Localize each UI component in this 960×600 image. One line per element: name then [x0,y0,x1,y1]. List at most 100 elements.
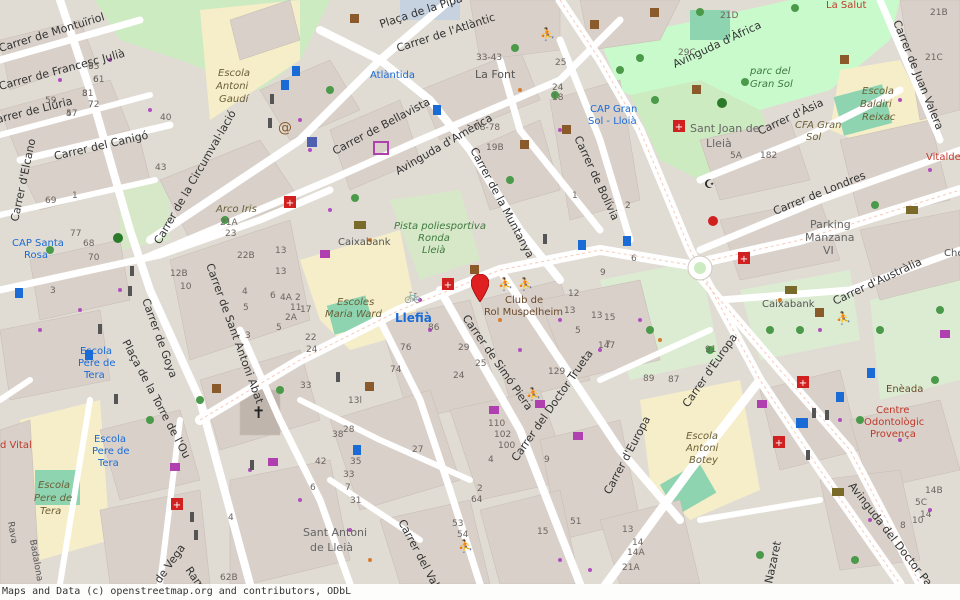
house-number: 6 [631,254,637,264]
house-number: 33-43 [476,53,502,63]
house-number: 13 [275,246,286,256]
pharmacy-icon: + [738,252,750,265]
svg-text:⛹: ⛹ [836,310,851,325]
label-caixabank-2: Caixabank [762,299,815,310]
label-sant-antoni-1: Sant Antoni [303,526,367,539]
bus-stop-icon [281,80,289,90]
house-number: 5A [730,151,743,161]
bus-stop-icon [867,368,875,378]
house-number: 7 [605,340,611,350]
house-number: 8 [900,521,906,531]
house-number: 5C [915,498,927,508]
house-number: 9 [600,268,606,278]
house-number: 14A [627,548,645,558]
label-sant-antoni-2: de Lleià [310,541,353,554]
label-parking-2: Manzana [805,231,854,244]
location-marker-icon[interactable] [471,274,489,302]
house-number: 2 [477,484,483,494]
house-number: 89 [643,374,655,384]
house-number: 13 [591,311,602,321]
house-number: 21C [925,53,943,63]
label-vitalde: Vitalde [926,152,960,163]
label-centre-odont-1: Centre [876,405,909,416]
house-number: 102 [494,430,511,440]
house-number: 5 [575,326,581,336]
label-escola-pere-2: Pere de [78,358,116,369]
label-centre-odont-2: Odontològic [864,416,924,428]
label-escola-pere-c3: Tera [40,506,61,517]
house-number: 54 [457,530,469,540]
label-escola-botey-1: Escola [686,431,718,442]
house-number: 15 [604,313,615,323]
pharmacy-icon: + [773,436,785,449]
label-la-font: La Font [475,68,516,81]
label-escola-pere-3: Tera [83,370,105,381]
house-number: 59 [45,96,57,106]
house-number: 28 [343,425,355,435]
house-number: 86 [428,323,440,333]
house-number: 22 [305,333,316,343]
house-number: 31 [350,496,361,506]
house-number: 74 [390,365,402,375]
house-number: 87 [668,375,679,385]
house-number: 100 [498,441,515,451]
label-atlantida: Atlàntida [370,69,415,81]
label-escola-pere-1: Escola [80,346,112,357]
house-number: 77 [70,229,81,239]
house-number: 110 [488,419,505,429]
map-attribution[interactable]: Maps and Data (c) openstreetmap.org and … [0,584,960,600]
house-number: 6 [93,75,99,85]
post-icon: @ [278,120,292,136]
house-number: 10 [180,282,192,292]
house-number: 4 [242,287,248,297]
house-number: 18 [552,93,564,103]
house-number: 62B [220,573,238,583]
pharmacy-icon: + [673,120,685,133]
house-number: 42 [315,457,326,467]
house-number: 2 [295,293,301,303]
label-arco-iris: Arco Iris [215,204,257,215]
house-number: 29 [458,343,470,353]
house-number: 182 [760,151,777,161]
bicycle-icon: 🚲 [404,288,421,304]
house-number: 40 [160,113,172,123]
house-number: 13 [275,267,286,277]
svg-text:+: + [286,198,294,209]
house-number: 4A [280,293,293,303]
label-escola-gaudi-3: Gaudí [219,93,250,105]
house-number: 17 [300,305,311,315]
house-number: 21A [622,563,640,573]
house-number: 51 [570,517,581,527]
police-icon [796,418,808,428]
house-number: 24 [552,83,564,93]
label-escola-pere-b1: Escola [94,434,126,445]
label-caixabank-1: Caixabank [338,237,391,248]
label-club-2: Rol Muspelheim [484,307,563,318]
label-parking-3: VI [823,244,834,257]
bus-stop-icon [578,240,586,250]
house-number: 68 [83,239,95,249]
house-number: 10 [912,516,924,526]
label-cfa-2: Sol [806,132,821,143]
svg-text:+: + [675,122,683,133]
house-number: 15 [537,527,548,537]
house-number: 24 [306,345,318,355]
house-number: 12B [170,269,188,279]
house-number: 68-78 [474,123,500,133]
label-escola-botey-2: Antoni [685,443,719,454]
bus-stop-icon [836,392,844,402]
pharmacy-icon: + [442,278,454,291]
map-canvas[interactable]: + + + + + + + ⛹ ⛹ ⛹ ⛹ ⛹ ⛹ ✝ ☪ @ 🚲 Carrer de M… [0,0,960,600]
house-number: 3 [245,331,251,341]
house-number: 53 [452,519,463,529]
house-number: 7 [88,100,94,110]
label-cap-gran-sol-2: Sol - Lloià [588,115,637,127]
house-number: 4 [488,455,494,465]
house-number: 76 [400,343,412,353]
label-escola-pere-b2: Pere de [92,446,130,457]
house-number: 3 [82,89,88,99]
svg-text:⛹: ⛹ [540,26,555,41]
house-number: 14B [925,486,943,496]
house-number: 12 [568,289,579,299]
label-escola-pere-b3: Tera [97,458,119,469]
